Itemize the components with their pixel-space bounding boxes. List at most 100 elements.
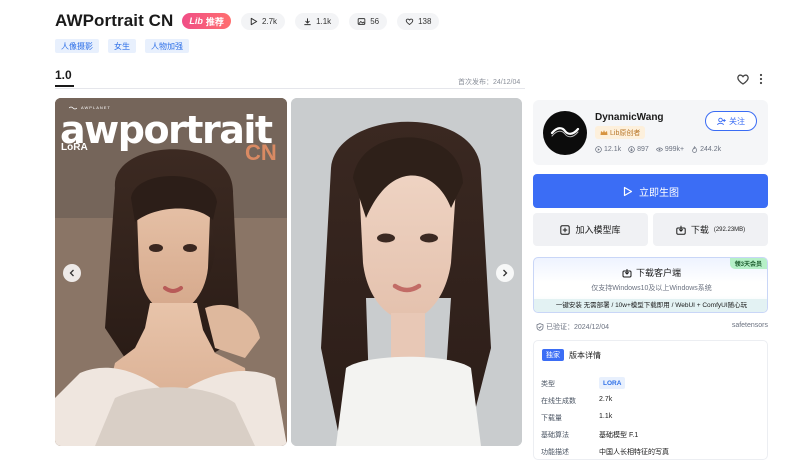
detail-row-online-runs: 在线生成数 2.7k [541, 396, 761, 406]
author-name[interactable]: DynamicWang [595, 112, 664, 123]
detail-row-downloads: 下载量 1.1k [541, 413, 761, 423]
detail-value: 中国人长相特征的写真 [599, 449, 669, 456]
version-tab[interactable]: 1.0 [55, 68, 72, 82]
detail-value: 1.1k [599, 413, 613, 420]
author-logo-icon [550, 127, 580, 138]
version-bar: 1.0 首次发布：24/12/04 [55, 66, 770, 89]
add-to-library-label: 加入模型库 [575, 225, 621, 235]
version-details-card: 独家 版本详情 类型 LORA 在线生成数 2.7k 下载量 1.1k 基础算法… [533, 340, 768, 460]
portrait-illustration [291, 98, 522, 446]
details-header: 独家 版本详情 [542, 349, 601, 361]
author-card: DynamicWang Lib原创者 12.1k 897 999k+ 244.2… [533, 100, 768, 165]
verified-check-icon [536, 323, 544, 331]
client-title: 下载客户端 [534, 266, 767, 279]
client-download-card[interactable]: 领3天会员 下载客户端 仅支持Windows10及以上Windows系统 一键安… [533, 257, 768, 313]
author-stat-downloads-value: 897 [637, 146, 649, 153]
chevron-left-icon [69, 269, 74, 277]
image-gallery: AWPLANET awportrait LoRA CN [55, 98, 522, 446]
version-divider [55, 88, 525, 89]
poster-lora-label: LoRA [61, 142, 88, 153]
publish-date: 首次发布：24/12/04 [458, 79, 521, 86]
detail-row-description: 功能描述 中国人长相特征的写真 [541, 447, 761, 457]
download-button[interactable]: 下载 (292.23MB) [653, 213, 768, 246]
stat-images: 56 [349, 12, 388, 30]
add-user-icon [717, 117, 726, 125]
verified-row: 已验证：2024/12/04 safetensors [533, 322, 768, 332]
gallery-next-button[interactable] [496, 264, 514, 282]
stat-runs: 2.7k [240, 12, 286, 30]
download-size: (292.23MB) [713, 226, 746, 233]
download-icon [628, 146, 635, 153]
detail-value: 基础模型 F.1 [599, 432, 639, 439]
gallery-prev-button[interactable] [63, 264, 81, 282]
follow-button-label: 关注 [729, 116, 745, 126]
more-options-icon[interactable] [756, 72, 766, 86]
detail-row-base-model: 基础算法 基础模型 F.1 [541, 430, 761, 440]
chevron-right-icon [503, 269, 508, 277]
download-icon [676, 225, 686, 235]
lib-badge-label: 推荐 [205, 16, 224, 27]
tag-portrait-photography[interactable]: 人像摄影 [55, 39, 99, 53]
detail-row-type: 类型 LORA [541, 377, 761, 389]
client-os-note: 仅支持Windows10及以上Windows系统 [591, 285, 712, 292]
gallery-image-portrait[interactable] [291, 98, 522, 446]
add-box-icon [560, 224, 571, 235]
verified-date-label: 已验证：2024/12/04 [546, 324, 610, 331]
fire-icon [692, 146, 697, 153]
play-icon [250, 17, 258, 25]
eye-icon [655, 147, 663, 152]
author-stat-heat: 244.2k [691, 146, 721, 153]
author-stat-runs: 12.1k [595, 146, 621, 153]
author-stat-downloads: 897 [628, 146, 649, 153]
detail-key: 在线生成数 [541, 398, 576, 405]
stat-runs-value: 2.7k [261, 16, 278, 26]
exclusive-badge: 独家 [542, 349, 564, 361]
model-header: AWPortrait CN Lib 推荐 2.7k 1.1k 56 138 [55, 10, 775, 32]
download-icon [304, 17, 311, 25]
poster-title: awportrait [60, 108, 273, 152]
author-stat-heat-value: 244.2k [700, 146, 722, 153]
details-heading: 版本详情 [569, 350, 601, 360]
client-features-bar: 一键安装 无需部署 / 10w+模型下载即用 / WebUI + ComfyUI… [534, 299, 767, 312]
tag-list: 人像摄影 女生 人物加强 [55, 39, 189, 53]
lib-recommend-badge: Lib 推荐 [182, 13, 231, 29]
heart-icon [405, 18, 414, 25]
version-tab-indicator [55, 85, 74, 87]
author-stat-views-value: 999k+ [664, 146, 685, 153]
download-label: 下载 [690, 225, 709, 235]
stat-likes[interactable]: 138 [397, 12, 440, 30]
detail-value: 2.7k [599, 396, 613, 403]
author-avatar[interactable] [543, 111, 587, 155]
download-icon [622, 268, 632, 277]
detail-key: 基础算法 [541, 432, 569, 439]
crown-icon [600, 130, 608, 135]
detail-key: 类型 [541, 381, 555, 388]
creator-badge: Lib原创者 [595, 126, 646, 139]
generate-now-label: 立即生图 [639, 187, 679, 199]
lib-badge-prefix: Lib [189, 16, 203, 26]
creator-badge-label: Lib原创者 [610, 129, 641, 137]
tag-girl[interactable]: 女生 [108, 39, 136, 53]
image-icon [357, 17, 366, 25]
detail-key: 功能描述 [541, 449, 569, 456]
play-icon [623, 186, 633, 196]
tag-character-enhance[interactable]: 人物加强 [145, 39, 189, 53]
author-stat-views: 999k+ [655, 146, 685, 153]
stat-images-value: 56 [370, 16, 380, 26]
generate-now-button[interactable]: 立即生图 [533, 174, 768, 208]
verified-date: 已验证：2024/12/04 [536, 322, 609, 332]
stat-likes-value: 138 [418, 16, 432, 26]
add-to-library-button[interactable]: 加入模型库 [533, 213, 648, 246]
stat-downloads: 1.1k [295, 12, 340, 30]
model-title: AWPortrait CN [55, 11, 174, 30]
play-icon [595, 146, 602, 153]
file-format: safetensors [731, 322, 768, 329]
client-title-label: 下载客户端 [635, 268, 681, 278]
favorite-heart-icon[interactable] [736, 72, 750, 86]
gallery-image-poster[interactable]: AWPLANET awportrait LoRA CN [55, 98, 287, 446]
author-stats: 12.1k 897 999k+ 244.2k [595, 146, 721, 153]
author-stat-runs-value: 12.1k [604, 146, 622, 153]
type-chip: LORA [599, 377, 626, 389]
stat-downloads-value: 1.1k [316, 16, 332, 26]
follow-button[interactable]: 关注 [705, 111, 757, 131]
